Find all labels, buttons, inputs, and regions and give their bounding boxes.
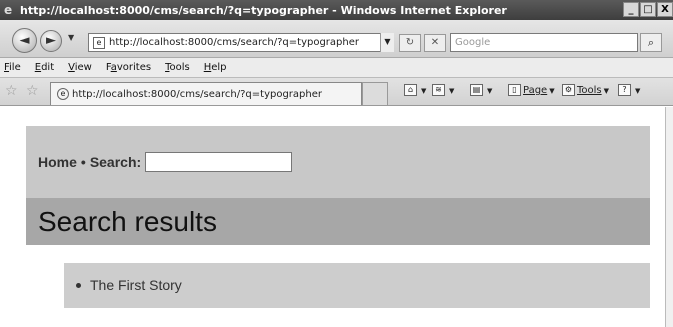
new-tab-button[interactable]: [362, 82, 388, 105]
minimize-button[interactable]: _: [623, 2, 639, 17]
page-icon: e: [93, 36, 105, 49]
menu-help[interactable]: Help: [204, 62, 227, 73]
ie-logo-icon: e: [4, 2, 13, 17]
favorites-star-icon[interactable]: ☆: [5, 83, 18, 99]
menu-bar: File Edit View Favorites Tools Help: [0, 58, 673, 78]
vertical-scrollbar[interactable]: [665, 107, 673, 327]
search-label: Search:: [89, 154, 142, 170]
window-title: http://localhost:8000/cms/search/?q=typo…: [20, 3, 507, 17]
gear-icon: ⚙: [562, 84, 575, 96]
window-controls: _ □ X: [623, 2, 673, 17]
url-input[interactable]: e http://localhost:8000/cms/search/?q=ty…: [88, 33, 394, 52]
tools-menu-button[interactable]: ⚙ Tools ▼: [562, 84, 609, 96]
forward-button[interactable]: ►: [40, 30, 62, 52]
refresh-button[interactable]: ↻: [399, 34, 421, 52]
help-icon: ?: [618, 84, 631, 96]
home-button[interactable]: ⌂ ▼: [404, 84, 426, 96]
breadcrumb-separator: •: [80, 154, 86, 170]
help-button[interactable]: ? ▼: [618, 84, 640, 96]
home-icon: ⌂: [404, 84, 417, 96]
menu-favorites[interactable]: Favorites: [106, 62, 151, 73]
feeds-icon: ≋: [432, 84, 445, 96]
stop-button[interactable]: ✕: [424, 34, 446, 52]
page-title: Search results: [38, 206, 217, 237]
url-text: http://localhost:8000/cms/search/?q=typo…: [109, 37, 359, 48]
tools-menu-label: Tools: [577, 85, 602, 96]
tab-bar: ☆ ☆ e http://localhost:8000/cms/search/?…: [0, 78, 673, 106]
search-icon[interactable]: ⌕: [640, 33, 662, 52]
site-header: Home • Search:: [26, 126, 650, 198]
result-title[interactable]: The First Story: [90, 277, 182, 293]
tab-current[interactable]: e http://localhost:8000/cms/search/?q=ty…: [50, 82, 362, 105]
url-dropdown-icon[interactable]: ▼: [380, 33, 394, 52]
home-link[interactable]: Home: [38, 154, 77, 170]
back-button[interactable]: ◄: [12, 28, 37, 53]
menu-file[interactable]: File: [4, 62, 21, 73]
page-menu-icon: ▯: [508, 84, 521, 96]
title-bar-panel: Search results: [26, 198, 650, 245]
web-search-input[interactable]: Google: [450, 33, 638, 52]
print-icon: ▤: [470, 84, 483, 96]
close-button[interactable]: X: [657, 2, 673, 17]
feeds-button[interactable]: ≋ ▼: [432, 84, 454, 96]
bullet-icon: [76, 282, 81, 288]
search-input[interactable]: [145, 152, 293, 172]
page-menu-label: Page: [523, 85, 548, 96]
recent-pages-dropdown-icon[interactable]: ▼: [68, 33, 74, 42]
search-results: The First Story: [64, 263, 650, 308]
add-favorites-icon[interactable]: ☆: [26, 83, 39, 99]
tab-page-icon: e: [57, 88, 69, 100]
window-title-bar: e http://localhost:8000/cms/search/?q=ty…: [0, 0, 673, 20]
print-button[interactable]: ▤ ▼: [470, 84, 492, 96]
result-item[interactable]: The First Story: [76, 277, 182, 293]
tab-label: http://localhost:8000/cms/search/?q=typo…: [72, 88, 322, 100]
address-bar: ◄ ► ▼ e http://localhost:8000/cms/search…: [0, 20, 673, 58]
menu-view[interactable]: View: [68, 62, 92, 73]
results-list: The First Story: [76, 277, 182, 293]
menu-edit[interactable]: Edit: [35, 62, 54, 73]
page-menu-button[interactable]: ▯ Page ▼: [508, 84, 555, 96]
breadcrumb: Home • Search:: [38, 152, 293, 172]
menu-tools[interactable]: Tools: [165, 62, 190, 73]
maximize-button[interactable]: □: [640, 2, 656, 17]
page-viewport: Home • Search: Search results The First …: [0, 107, 673, 327]
